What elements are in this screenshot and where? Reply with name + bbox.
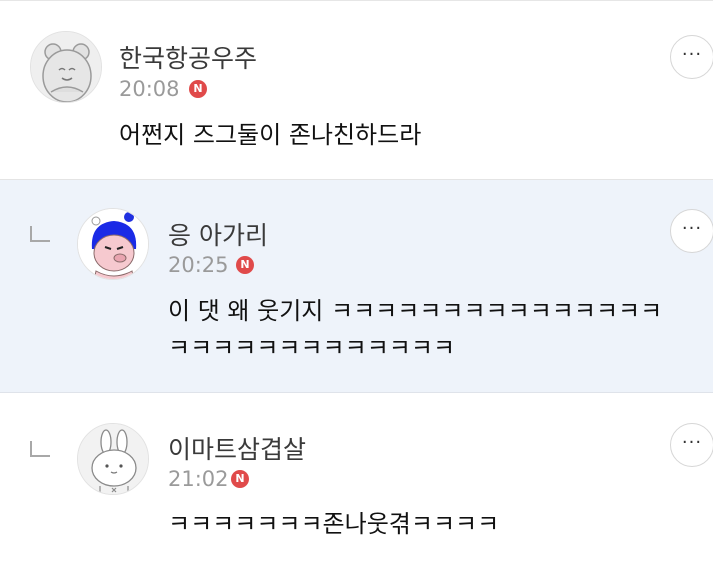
comment-text: 어쩐지 즈그둘이 존나친하드라 bbox=[119, 121, 422, 149]
comment-text-line: 이 댓 왜 웃기지 ㅋㅋㅋㅋㅋㅋㅋㅋㅋㅋㅋㅋㅋㅋㅋ bbox=[168, 297, 663, 325]
more-options-button[interactable]: ··· bbox=[670, 35, 713, 79]
comment-author[interactable]: 한국항공우주 bbox=[119, 39, 257, 75]
comment-text-line: ㅋㅋㅋㅋㅋㅋㅋㅋㅋㅋㅋㅋㅋ bbox=[168, 334, 456, 362]
reply-arrow-icon bbox=[30, 441, 50, 457]
comment-item: 한국항공우주 20:08 N 어쩐지 즈그둘이 존나친하드라 ··· bbox=[0, 1, 713, 180]
comment-text: ㅋㅋㅋㅋㅋㅋㅋ존나웃겪ㅋㅋㅋㅋ bbox=[168, 510, 500, 538]
new-badge-icon: N bbox=[236, 256, 254, 274]
comment-time: 21:02 bbox=[168, 467, 229, 491]
comment-time: 20:25 bbox=[168, 253, 229, 277]
more-options-button[interactable]: ··· bbox=[670, 209, 713, 253]
comment-time: 20:08 bbox=[119, 77, 180, 101]
rabbit-avatar-icon[interactable] bbox=[77, 423, 149, 495]
pig-character-avatar-icon[interactable] bbox=[77, 208, 149, 280]
reply-comment-item: 응 아가리 20:25 N 이 댓 왜 웃기지 ㅋㅋㅋㅋㅋㅋㅋㅋㅋㅋㅋㅋㅋㅋㅋ … bbox=[0, 180, 713, 393]
bear-avatar-icon[interactable] bbox=[30, 31, 102, 103]
comment-author[interactable]: 응 아가리 bbox=[168, 216, 268, 252]
more-options-button[interactable]: ··· bbox=[670, 423, 713, 467]
reply-arrow-icon bbox=[30, 226, 50, 242]
new-badge-icon: N bbox=[231, 470, 249, 488]
comment-author[interactable]: 이마트삼겹살 bbox=[168, 430, 306, 466]
reply-comment-item: 이마트삼겹살 21:02 N ㅋㅋㅋㅋㅋㅋㅋ존나웃겪ㅋㅋㅋㅋ ··· bbox=[0, 393, 713, 566]
new-badge-icon: N bbox=[189, 80, 207, 98]
